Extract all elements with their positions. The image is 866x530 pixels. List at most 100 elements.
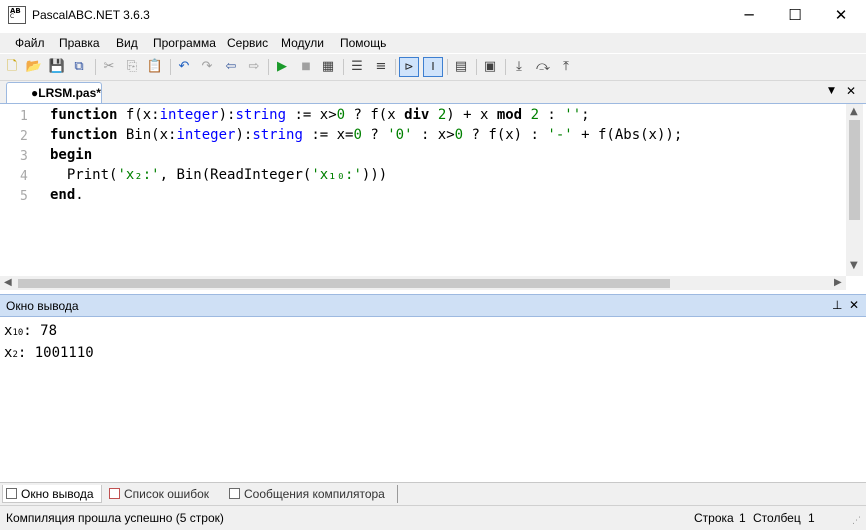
code-token: 0 [353, 127, 362, 143]
code-token: mod [496, 107, 523, 123]
tab-list-dropdown-icon[interactable]: ▼ [828, 86, 835, 96]
step-over-icon[interactable]: ⤼ [534, 58, 552, 76]
code-line[interactable]: function f(x:integer):string := x>0 ? f(… [50, 107, 590, 123]
menu-modules[interactable]: Модули [281, 36, 324, 50]
column-value: 1 [808, 511, 815, 525]
code-line[interactable]: begin [50, 147, 92, 163]
code-token: function [50, 107, 118, 123]
navigate-back-icon[interactable]: ⇦ [222, 58, 240, 76]
tab-error-list[interactable]: Список ошибок [106, 485, 222, 503]
menu-bar: Файл Правка Вид Программа Сервис Модули … [0, 33, 866, 53]
scroll-right-icon[interactable]: ▶ [834, 277, 842, 288]
navigate-forward-icon[interactable]: ⇨ [245, 58, 263, 76]
code-token: := x= [302, 127, 354, 143]
form-designer-icon[interactable]: ▣ [481, 58, 499, 76]
bottom-panel-tabs: Окно вывода Список ошибок Сообщения комп… [0, 482, 866, 505]
code-editor[interactable]: 1 2 3 4 5 function f(x:integer):string :… [0, 104, 866, 290]
step-out-icon[interactable]: ⤒ [557, 58, 575, 76]
row-value: 1 [739, 511, 746, 525]
close-window-button[interactable]: ✕ [818, 0, 864, 31]
stop-icon[interactable]: ■ [297, 58, 315, 76]
line-number: 5 [20, 189, 28, 204]
maximize-button[interactable]: ☐ [772, 0, 818, 31]
output-window-title: Окно вывода [6, 299, 79, 313]
line-number: 1 [20, 109, 28, 124]
paste-icon[interactable]: 📋 [146, 58, 164, 76]
tab-lrsm[interactable]: ●LRSM.pas* [6, 82, 102, 103]
menu-file[interactable]: Файл [15, 36, 45, 50]
code-token: ? f(x [345, 107, 405, 123]
code-token: 'x₁₀:' [311, 167, 362, 183]
app-logo-icon: AB C [8, 6, 26, 24]
comment-icon[interactable]: ☰ [348, 58, 366, 76]
code-token: := x> [286, 107, 337, 123]
menu-service[interactable]: Сервис [227, 36, 268, 50]
redo-icon[interactable]: ↷ [198, 58, 216, 76]
row-label: Строка [694, 511, 734, 525]
error-list-tab-icon [109, 488, 120, 499]
tab-output-window[interactable]: Окно вывода [2, 485, 102, 503]
open-icon[interactable]: 📂 [25, 58, 43, 76]
horizontal-scrollbar[interactable]: ◀ ▶ [0, 276, 846, 290]
output-line: x10: 78 [4, 323, 57, 339]
format-icon[interactable]: ≡ [372, 58, 390, 76]
output-line: x2: 1001110 [4, 345, 94, 361]
save-all-icon[interactable]: ⧉ [70, 58, 88, 76]
tab-compiler-messages[interactable]: Сообщения компилятора [226, 485, 398, 503]
code-token: 0 [454, 127, 464, 143]
close-tab-icon[interactable]: ✕ [846, 84, 856, 98]
tab-label: ●LRSM.pas* [31, 86, 101, 100]
compiler-messages-tab-icon [229, 488, 240, 499]
line-number-gutter: 1 2 3 4 5 [0, 104, 36, 276]
code-line[interactable]: Print('x₂:', Bin(ReadInteger('x₁₀:'))) [50, 167, 387, 183]
undo-icon[interactable]: ↶ [175, 58, 193, 76]
menu-help[interactable]: Помощь [340, 36, 386, 50]
document-tab-strip: ●LRSM.pas* ▼ ✕ [0, 81, 866, 104]
close-output-icon[interactable]: ✕ [849, 298, 859, 312]
line-number: 3 [20, 149, 28, 164]
code-token: ; [581, 107, 590, 123]
code-token: end [50, 187, 76, 203]
code-token: integer [159, 107, 219, 123]
code-token: ))) [361, 167, 388, 183]
menu-program[interactable]: Программа [153, 36, 216, 50]
output-window-icon[interactable]: ⊳ [399, 57, 419, 77]
code-token: '-' [547, 127, 573, 143]
save-icon[interactable]: 💾 [48, 58, 66, 76]
code-token: function [50, 127, 118, 143]
step-into-icon[interactable]: ⤓ [510, 58, 528, 76]
code-token: , Bin(ReadInteger( [159, 167, 312, 183]
output-panel[interactable]: x10: 78 x2: 1001110 [0, 317, 866, 481]
immediate-window-icon[interactable]: I [423, 57, 443, 77]
vertical-scrollbar[interactable]: ▲ ▼ [846, 104, 863, 276]
column-label: Столбец [753, 511, 801, 525]
code-token: '' [564, 107, 582, 123]
debug-window-icon[interactable]: ▤ [452, 58, 470, 76]
line-number: 4 [20, 169, 28, 184]
scroll-down-icon[interactable]: ▼ [850, 260, 858, 271]
line-number: 2 [20, 129, 28, 144]
code-token: ): [218, 107, 236, 123]
run-icon[interactable]: ▶ [273, 58, 291, 76]
scroll-up-icon[interactable]: ▲ [850, 106, 858, 117]
code-line[interactable]: end. [50, 187, 84, 203]
code-token: string [235, 107, 287, 123]
new-file-icon[interactable]: 🗋 [3, 58, 21, 76]
vertical-scroll-thumb[interactable] [849, 120, 860, 220]
minimize-button[interactable]: ─ [726, 0, 772, 31]
menu-edit[interactable]: Правка [59, 36, 100, 50]
pin-icon[interactable]: ⊥ [832, 298, 842, 312]
horizontal-scroll-thumb[interactable] [18, 279, 670, 288]
scroll-left-icon[interactable]: ◀ [4, 277, 12, 288]
menu-view[interactable]: Вид [116, 36, 138, 50]
resize-grip-icon[interactable]: ⋰ [852, 516, 861, 526]
compile-icon[interactable]: ▦ [319, 58, 337, 76]
code-line[interactable]: function Bin(x:integer):string := x=0 ? … [50, 127, 682, 143]
copy-icon[interactable]: ⎘ [123, 58, 141, 76]
code-token: f(x: [117, 107, 160, 123]
code-token: 'x₂:' [117, 167, 160, 183]
cut-icon[interactable]: ✂ [100, 58, 118, 76]
output-window-header: Окно вывода ⊥ ✕ [0, 294, 866, 317]
code-token: ): [235, 127, 253, 143]
